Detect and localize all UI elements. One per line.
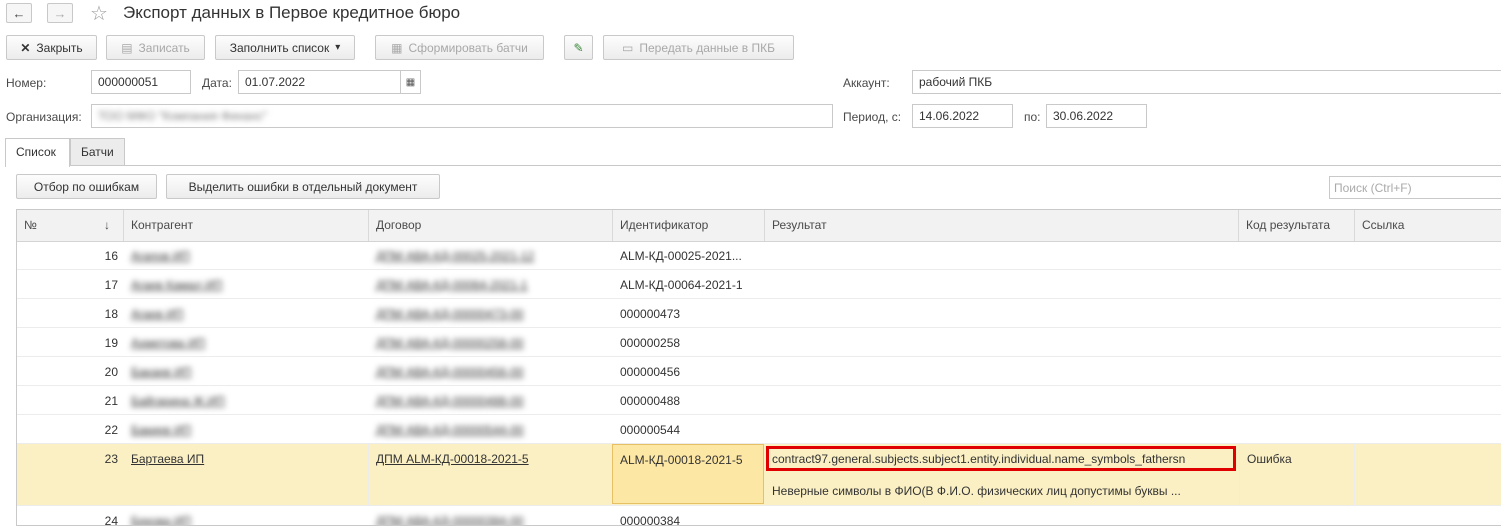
period-from-field[interactable]: 14.06.2022 [912,104,1013,128]
table-row[interactable]: 24 Бекова ИП ДПМ АВА-КД-00000384-00 0000… [17,506,1501,526]
error-highlight-box [766,446,1236,471]
period-to-field[interactable]: 30.06.2022 [1046,104,1147,128]
send-icon: ▭ [622,40,634,55]
col-result[interactable]: Результат [765,210,1239,241]
contract-link[interactable]: ДПМ ALM-КД-00018-2021-5 [376,452,529,466]
result-description: Неверные символы в ФИО(В Ф.И.О. физическ… [772,484,1181,498]
pencil-icon: ✎ [573,40,584,55]
arrow-right-icon: → [53,5,67,21]
account-label: Аккаунт: [843,76,890,90]
result-code-cell: Ошибка [1239,444,1355,505]
row-number: 20 [104,365,118,379]
contractor-link[interactable]: Бартаева ИП [131,452,204,466]
row-number: 18 [104,307,118,321]
organization-field[interactable]: ТОО МФО "Компания Финанс" [91,104,833,128]
contractor-link[interactable]: Бакиев ИП [131,423,191,437]
row-number: 16 [104,249,118,263]
contract-link[interactable]: ДПМ АВА-КД-00064-2021-1 [376,278,528,292]
contractor-link[interactable]: Агапов ИП [131,249,190,263]
save-icon: ▤ [121,40,133,55]
row-number: 23 [104,452,118,466]
close-button[interactable]: ✕ Закрыть [6,35,97,60]
date-label: Дата: [202,76,232,90]
identifier-cell: 000000456 [620,365,681,379]
edit-button[interactable]: ✎ [564,35,593,60]
account-field[interactable]: рабочий ПКБ [912,70,1501,94]
forward-button[interactable]: → [47,3,73,23]
calendar-icon[interactable]: ▦ [400,71,420,93]
col-identifier[interactable]: Идентификатор [613,210,765,241]
sort-arrow-icon[interactable]: ↓ [97,210,124,241]
table-row-selected[interactable]: 23 Бартаева ИП ДПМ ALM-КД-00018-2021-5 A… [17,444,1501,506]
chevron-down-icon: ▾ [335,42,341,53]
organization-label: Организация: [6,110,82,124]
row-number: 19 [104,336,118,350]
contractor-link[interactable]: Агаев ИП [131,307,183,321]
number-field[interactable]: 000000051 [91,70,191,94]
contract-link[interactable]: ДПМ АВА-КД-00000258-00 [376,336,524,350]
search-input[interactable]: Поиск (Ctrl+F) [1329,176,1501,199]
col-result-code[interactable]: Код результата [1239,210,1355,241]
contract-link[interactable]: ДПМ АВА-КД-00025-2021-12 [376,249,534,263]
favorite-star-icon[interactable]: ☆ [90,1,108,26]
identifier-cell: ALM-КД-00064-2021-1 [620,278,743,292]
row-number: 21 [104,394,118,408]
back-button[interactable]: ← [6,3,32,23]
identifier-cell: 000000258 [620,336,681,350]
period-from-label: Период, с: [843,110,902,124]
tab-batches[interactable]: Батчи [70,138,125,165]
contract-link[interactable]: ДПМ АВА-КД-00000384-00 [376,514,524,525]
fill-list-button[interactable]: Заполнить список ▾ [215,35,355,60]
identifier-cell-current[interactable]: ALM-КД-00018-2021-5 [612,444,764,504]
tab-list[interactable]: Список [5,138,70,167]
table-row[interactable]: 16 Агапов ИП ДПМ АВА-КД-00025-2021-12 AL… [17,241,1501,270]
separate-errors-button[interactable]: Выделить ошибки в отдельный документ [166,174,440,199]
send-to-pkb-button[interactable]: ▭ Передать данные в ПКБ [603,35,794,60]
contractor-link[interactable]: Агаев Камал ИП [131,278,222,292]
table-row[interactable]: 17 Агаев Камал ИП ДПМ АВА-КД-00064-2021-… [17,270,1501,299]
close-icon: ✕ [20,40,31,55]
form-batches-button[interactable]: ▦ Сформировать батчи [375,35,544,60]
table-row[interactable]: 18 Агаев ИП ДПМ АВА-КД-00000473-00 00000… [17,299,1501,328]
row-number: 17 [104,278,118,292]
table-header: № ↓ Контрагент Договор Идентификатор Рез… [17,210,1501,242]
contract-link[interactable]: ДПМ АВА-КД-00000456-00 [376,365,524,379]
table-row[interactable]: 20 Бакаев ИП ДПМ АВА-КД-00000456-00 0000… [17,357,1501,386]
contractor-link[interactable]: Бекова ИП [131,514,191,525]
contract-link[interactable]: ДПМ АВА-КД-00000488-00 [376,394,524,408]
col-contractor[interactable]: Контрагент [124,210,369,241]
arrow-left-icon: ← [12,5,26,21]
save-button[interactable]: ▤ Записать [106,35,205,60]
table-row[interactable]: 21 Байгарина Ж.ИП ДПМ АВА-КД-00000488-00… [17,386,1501,415]
data-table[interactable]: № ↓ Контрагент Договор Идентификатор Рез… [16,209,1501,526]
identifier-cell: 000000488 [620,394,681,408]
contract-link[interactable]: ДПМ АВА-КД-00000544-00 [376,423,524,437]
date-field[interactable]: 01.07.2022 [238,70,421,94]
page-title: Экспорт данных в Первое кредитное бюро [123,3,461,22]
contractor-link[interactable]: Ахметова ИП [131,336,205,350]
filter-errors-button[interactable]: Отбор по ошибкам [16,174,157,199]
col-contract[interactable]: Договор [369,210,613,241]
period-to-label: по: [1024,110,1041,124]
contractor-link[interactable]: Байгарина Ж.ИП [131,394,225,408]
identifier-cell: 000000384 [620,514,681,526]
table-row[interactable]: 19 Ахметова ИП ДПМ АВА-КД-00000258-00 00… [17,328,1501,357]
tab-divider [5,165,1501,166]
identifier-cell: 000000473 [620,307,681,321]
col-link[interactable]: Ссылка [1355,210,1501,241]
row-number: 24 [104,514,118,526]
row-number: 22 [104,423,118,437]
number-label: Номер: [6,76,47,90]
contract-link[interactable]: ДПМ АВА-КД-00000473-00 [376,307,524,321]
batches-icon: ▦ [391,40,403,55]
identifier-cell: 000000544 [620,423,681,437]
identifier-cell: ALM-КД-00025-2021... [620,249,742,263]
table-row[interactable]: 22 Бакиев ИП ДПМ АВА-КД-00000544-00 0000… [17,415,1501,444]
col-number[interactable]: № [17,210,76,241]
contractor-link[interactable]: Бакаев ИП [131,365,191,379]
